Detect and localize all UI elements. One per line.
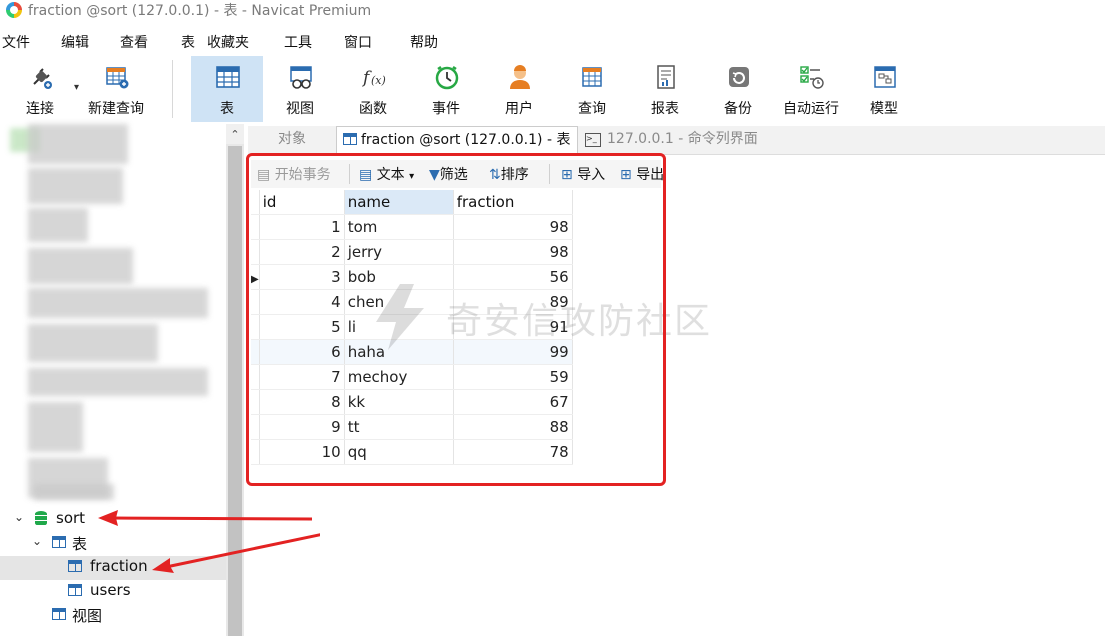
chevron-down-icon[interactable]: ⌄ [14, 510, 24, 524]
tab-console-label: 127.0.0.1 - 命令列界面 [607, 131, 758, 147]
annotation-arrows [98, 510, 320, 573]
event-button[interactable]: 事件 [410, 56, 482, 122]
user-icon [510, 65, 530, 89]
chevron-down-icon[interactable]: ⌄ [32, 534, 42, 548]
connect-button[interactable]: ▾ 连接 [4, 56, 79, 122]
backup-button[interactable]: 备份 [702, 56, 774, 122]
table-icon [68, 584, 82, 596]
database-icon [35, 511, 47, 526]
table-icon [343, 133, 357, 145]
blurred-item [34, 484, 114, 500]
navicat-logo-icon [6, 2, 22, 18]
view-button[interactable]: 视图 [264, 56, 336, 122]
automation-label: 自动运行 [783, 101, 839, 117]
menu-table[interactable]: 表 [181, 32, 195, 52]
menu-file[interactable]: 文件 [2, 32, 30, 52]
blurred-item [28, 168, 123, 204]
user-button[interactable]: 用户 [483, 56, 555, 122]
main-toolbar: ▾ 连接 新建查询 表 视图 f (x) 函数 事件 用户 查询 报表 备份 自… [0, 56, 1105, 122]
automation-button[interactable]: 自动运行 [775, 56, 847, 122]
menu-favorites[interactable]: 收藏夹 [207, 32, 249, 52]
new-query-icon [106, 67, 129, 89]
event-label: 事件 [432, 101, 460, 117]
blurred-item [28, 124, 128, 164]
annotation-highlight-box [246, 153, 666, 486]
function-label: 函数 [359, 101, 387, 117]
menu-tools[interactable]: 工具 [284, 32, 312, 52]
user-label: 用户 [505, 101, 533, 117]
menu-help[interactable]: 帮助 [410, 32, 438, 52]
view-icon [290, 66, 312, 89]
blurred-item [28, 368, 208, 396]
report-icon [657, 65, 675, 89]
query-icon [582, 67, 602, 87]
tab-objects[interactable]: 对象 [248, 126, 336, 154]
menu-bar: 文件 编辑 查看 表 收藏夹 工具 窗口 帮助 [0, 32, 1105, 54]
terminal-icon: >_ [585, 133, 601, 147]
model-button[interactable]: 模型 [848, 56, 920, 122]
new-query-button[interactable]: 新建查询 [80, 56, 152, 122]
view-icon [52, 608, 66, 620]
svg-text:(x): (x) [371, 74, 386, 87]
function-icon: f (x) [361, 68, 386, 88]
new-query-label: 新建查询 [88, 101, 144, 117]
blurred-item [28, 324, 158, 362]
blurred-item [28, 208, 88, 242]
db-label: sort [56, 509, 86, 527]
menu-edit[interactable]: 编辑 [61, 32, 89, 52]
chevron-down-icon[interactable]: ▾ [74, 82, 79, 93]
report-label: 报表 [651, 101, 679, 117]
chevron-up-icon[interactable]: ⌃ [226, 124, 244, 144]
model-icon [874, 66, 896, 88]
backup-icon [729, 67, 749, 87]
report-button[interactable]: 报表 [629, 56, 701, 122]
table-icon [68, 560, 82, 572]
table-button[interactable]: 表 [191, 56, 263, 122]
toolbar-divider [172, 60, 173, 118]
window-title: fraction @sort (127.0.0.1) - 表 - Navicat… [28, 3, 372, 19]
views-group-label: 视图 [72, 607, 103, 625]
model-label: 模型 [870, 101, 898, 117]
connect-label: 连接 [26, 101, 54, 117]
title-bar: fraction @sort (127.0.0.1) - 表 - Navicat… [0, 0, 1105, 22]
tables-group-label: 表 [72, 535, 88, 553]
query-button[interactable]: 查询 [556, 56, 628, 122]
tab-fraction-table[interactable]: fraction @sort (127.0.0.1) - 表 [336, 126, 578, 155]
table-label: 表 [220, 101, 234, 117]
menu-window[interactable]: 窗口 [344, 32, 372, 52]
function-button[interactable]: f (x) 函数 [337, 56, 409, 122]
menu-view[interactable]: 查看 [120, 32, 148, 52]
backup-label: 备份 [724, 101, 752, 117]
blurred-item [28, 402, 83, 452]
blurred-item [28, 288, 208, 318]
table-icon [52, 536, 66, 548]
table-icon [216, 66, 240, 88]
tab-console[interactable]: >_ 127.0.0.1 - 命令列界面 [581, 126, 829, 154]
automation-icon [800, 66, 824, 89]
tab-fraction-label: fraction @sort (127.0.0.1) - 表 [361, 132, 571, 148]
view-label: 视图 [286, 101, 314, 117]
tab-bar: 对象 fraction @sort (127.0.0.1) - 表 >_ 127… [248, 126, 1105, 155]
tree-views-group[interactable]: 视图 [0, 604, 226, 628]
query-label: 查询 [578, 101, 606, 117]
clock-icon [435, 65, 459, 90]
plug-icon [33, 68, 52, 89]
blurred-item [28, 248, 133, 284]
